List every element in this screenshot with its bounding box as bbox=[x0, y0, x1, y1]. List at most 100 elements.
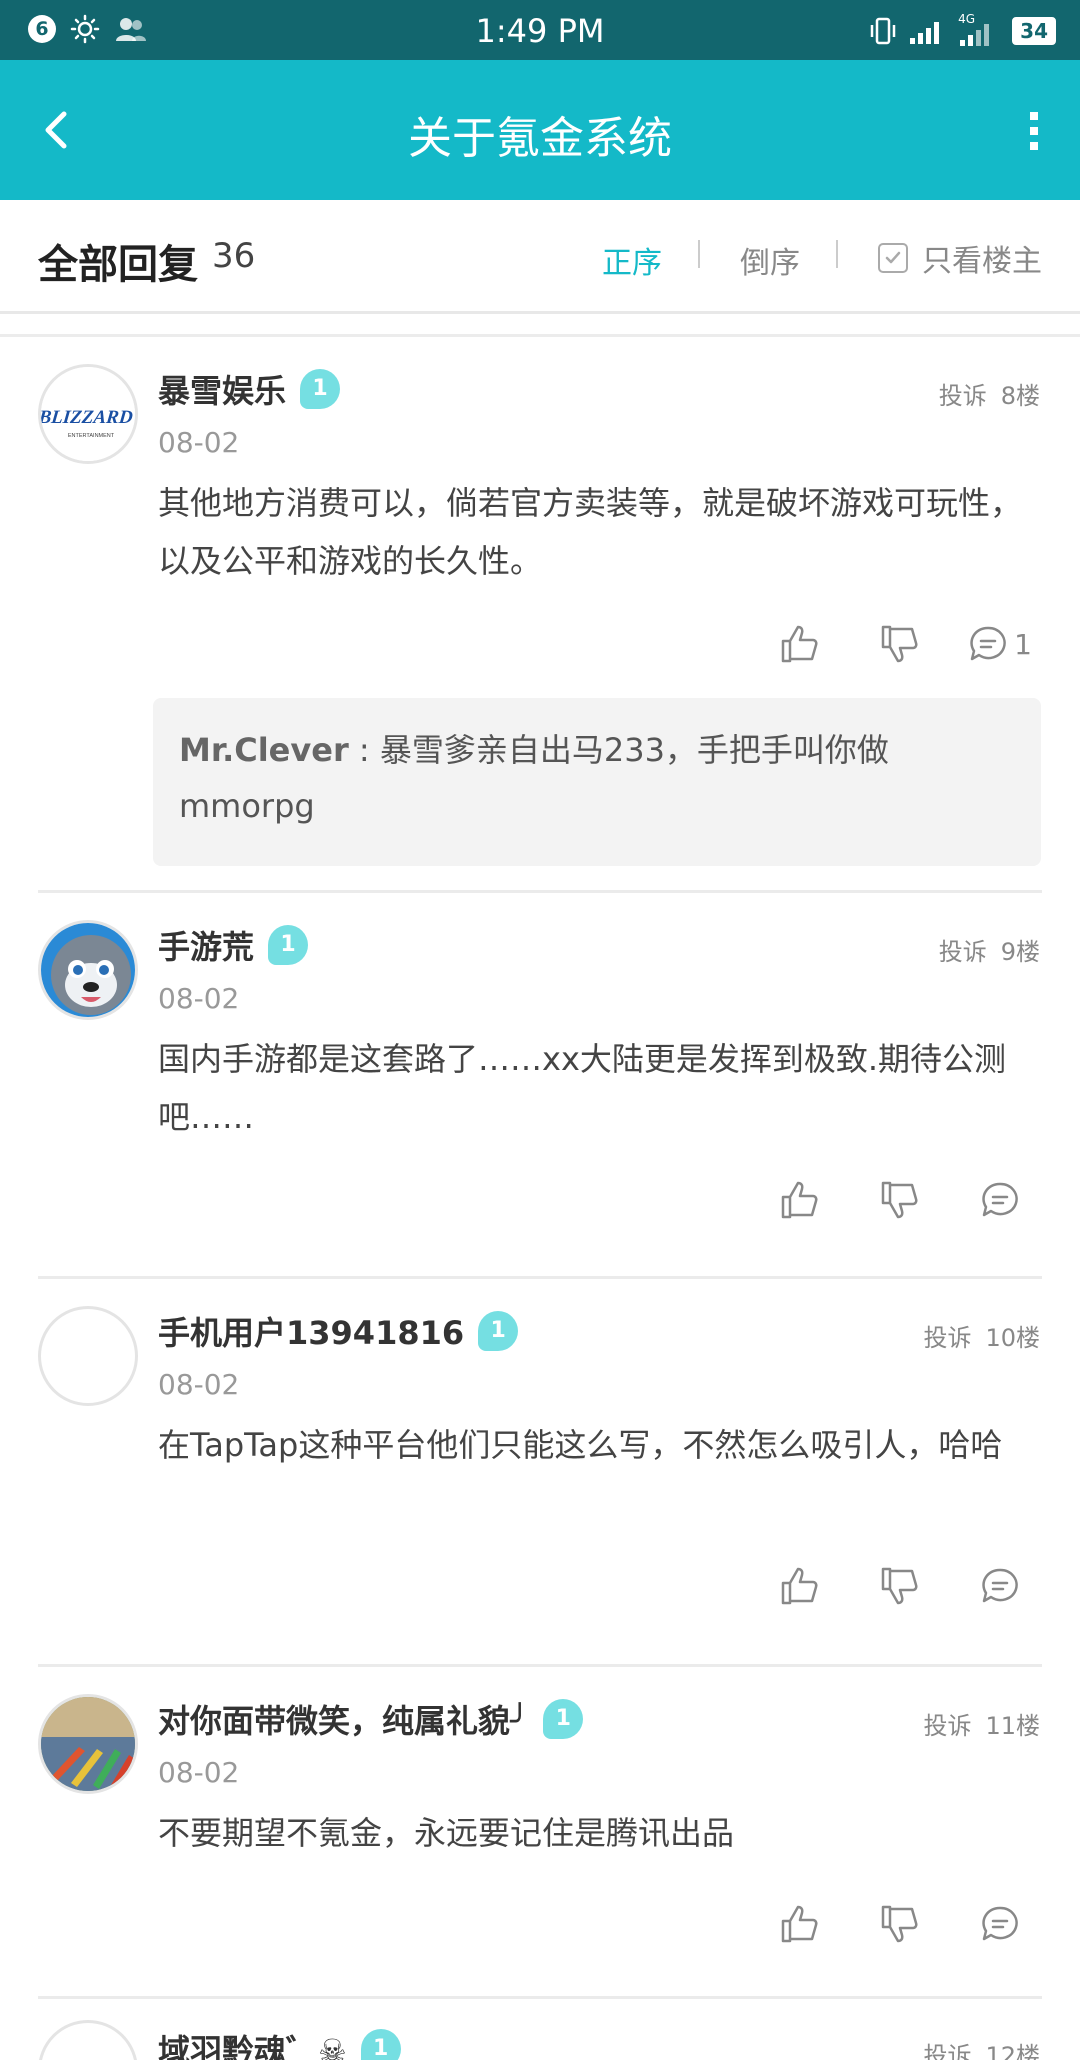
comment-button[interactable] bbox=[950, 1556, 1050, 1616]
only-op-label: 只看楼主 bbox=[922, 244, 1042, 279]
kayaks-photo-avatar-icon bbox=[41, 1697, 135, 1791]
floor-number: 11楼 bbox=[985, 1712, 1040, 1740]
author-row: 域羽黔魂゛☠ 1 bbox=[158, 2026, 401, 2060]
reply-filter-bar: 全部回复 36 正序 倒序 只看楼主 bbox=[0, 200, 1080, 314]
reply-item: 域羽黔魂゛☠ 1 投诉 12楼 bbox=[0, 2000, 1080, 2060]
author-name[interactable]: 暴雪娱乐 bbox=[158, 366, 286, 412]
author-name[interactable]: 对你面带微笑，纯属礼貌╯ bbox=[158, 1696, 529, 1742]
app-bar: 关于氪金系统 bbox=[0, 60, 1080, 200]
like-button[interactable] bbox=[750, 1556, 850, 1616]
comment-button[interactable] bbox=[950, 1894, 1050, 1954]
signal-4g-icon bbox=[960, 24, 990, 46]
svg-text:BLIZZARD: BLIZZARD bbox=[41, 407, 134, 428]
dislike-button[interactable] bbox=[850, 1894, 950, 1954]
sub-reply-user[interactable]: Mr.Clever bbox=[179, 731, 349, 769]
post-actions bbox=[750, 1556, 1050, 1616]
post-actions bbox=[750, 1170, 1050, 1230]
comment-bubble-icon bbox=[982, 1568, 1018, 1603]
svg-text:ENTERTAINMENT: ENTERTAINMENT bbox=[68, 433, 115, 439]
thumbs-up-icon bbox=[781, 1567, 818, 1605]
blizzard-logo-icon: BLIZZARD ENTERTAINMENT bbox=[41, 367, 135, 461]
reply-item: 手游荒 1 投诉 9楼 08-02 国内手游都是这套路了……xx大陆更是发挥到极… bbox=[0, 894, 1080, 1274]
thumbs-down-icon bbox=[881, 1905, 918, 1943]
thumbs-up-icon bbox=[781, 1905, 818, 1943]
divider bbox=[0, 334, 1080, 337]
post-meta: 投诉 10楼 bbox=[923, 1318, 1040, 1353]
avatar[interactable] bbox=[38, 1694, 138, 1794]
like-button[interactable] bbox=[750, 1170, 850, 1230]
more-vertical-icon bbox=[1030, 112, 1038, 150]
author-name[interactable]: 手机用户13941816 bbox=[158, 1308, 464, 1354]
floor-number: 8楼 bbox=[1000, 382, 1040, 410]
thumbs-up-icon bbox=[781, 1181, 818, 1219]
author-name[interactable]: 域羽黔魂゛☠ bbox=[158, 2026, 347, 2060]
level-badge: 1 bbox=[543, 1699, 584, 1739]
sort-descending-tab[interactable]: 倒序 bbox=[740, 238, 800, 282]
wolf-avatar-icon bbox=[41, 923, 135, 1017]
post-meta: 投诉 12楼 bbox=[923, 2036, 1040, 2060]
thumbs-down-icon bbox=[881, 625, 918, 663]
separator bbox=[836, 240, 838, 268]
level-badge: 1 bbox=[300, 369, 341, 409]
post-date: 08-02 bbox=[158, 1368, 240, 1401]
author-name[interactable]: 手游荒 bbox=[158, 922, 254, 968]
floor-number: 12楼 bbox=[985, 2042, 1040, 2060]
divider bbox=[38, 890, 1042, 893]
avatar[interactable] bbox=[38, 2020, 138, 2060]
post-content: 在TapTap这种平台他们只能这么写，不然怎么吸引人，哈哈 bbox=[158, 1426, 1003, 1464]
all-replies-title: 全部回复 bbox=[38, 242, 198, 288]
report-link[interactable]: 投诉 bbox=[923, 2036, 971, 2060]
report-link[interactable]: 投诉 bbox=[939, 932, 987, 967]
vibrate-icon bbox=[870, 17, 896, 45]
divider bbox=[38, 1276, 1042, 1279]
divider bbox=[38, 1996, 1042, 1999]
thumbs-down-icon bbox=[881, 1181, 918, 1219]
floor-number: 9楼 bbox=[1000, 938, 1040, 966]
comment-bubble-icon bbox=[970, 626, 1006, 661]
comment-bubble-icon bbox=[982, 1906, 1018, 1941]
status-right: 4G 34 bbox=[868, 12, 1056, 46]
comment-bubble-icon bbox=[982, 1182, 1018, 1217]
report-link[interactable]: 投诉 bbox=[939, 376, 987, 411]
dislike-button[interactable] bbox=[850, 614, 950, 674]
like-button[interactable] bbox=[750, 1894, 850, 1954]
avatar[interactable] bbox=[38, 1306, 138, 1406]
author-row: 手游荒 1 bbox=[158, 922, 309, 968]
floor-number: 10楼 bbox=[985, 1324, 1040, 1352]
post-date: 08-02 bbox=[158, 982, 240, 1015]
reply-item: BLIZZARD ENTERTAINMENT 暴雪娱乐 1 投诉 8楼 08-0… bbox=[0, 338, 1080, 894]
author-row: 暴雪娱乐 1 bbox=[158, 366, 341, 412]
dislike-button[interactable] bbox=[850, 1170, 950, 1230]
author-row: 对你面带微笑，纯属礼貌╯ 1 bbox=[158, 1696, 584, 1742]
sub-reply-separator: : bbox=[348, 731, 380, 769]
like-button[interactable] bbox=[750, 614, 850, 674]
battery-indicator: 34 bbox=[1012, 17, 1056, 45]
comment-button[interactable] bbox=[950, 1170, 1050, 1230]
comment-button[interactable]: 1 bbox=[950, 614, 1050, 674]
post-date: 08-02 bbox=[158, 1756, 240, 1789]
report-link[interactable]: 投诉 bbox=[923, 1706, 971, 1741]
post-actions: 1 bbox=[750, 614, 1050, 674]
post-actions bbox=[750, 1894, 1050, 1954]
sort-ascending-tab[interactable]: 正序 bbox=[602, 238, 662, 282]
level-badge: 1 bbox=[478, 1311, 519, 1351]
avatar[interactable] bbox=[38, 920, 138, 1020]
author-row: 手机用户13941816 1 bbox=[158, 1308, 519, 1354]
report-link[interactable]: 投诉 bbox=[923, 1318, 971, 1353]
sub-reply-box[interactable]: Mr.Clever : 暴雪爹亲自出马233，手把手叫你做mmorpg bbox=[153, 698, 1041, 866]
level-badge: 1 bbox=[360, 2029, 401, 2060]
checkbox-icon[interactable] bbox=[878, 243, 908, 273]
more-options-button[interactable] bbox=[990, 100, 1050, 160]
only-op-toggle[interactable]: 只看楼主 bbox=[878, 236, 1042, 280]
reply-count: 36 bbox=[212, 236, 256, 276]
separator bbox=[698, 240, 700, 268]
level-badge: 1 bbox=[268, 925, 309, 965]
reply-item: 对你面带微笑，纯属礼貌╯ 1 投诉 11楼 08-02 不要期望不氪金，永远要记… bbox=[0, 1668, 1080, 1998]
signal-icon bbox=[910, 22, 940, 44]
signal-4g-indicator: 4G bbox=[958, 12, 1000, 46]
post-content: 其他地方消费可以，倘若官方卖装等，就是破坏游戏可玩性，以及公平和游戏的长久性。 bbox=[158, 484, 1023, 580]
post-date: 08-02 bbox=[158, 426, 240, 459]
status-bar: 6 1:49 PM 4G 34 bbox=[0, 0, 1080, 60]
avatar[interactable]: BLIZZARD ENTERTAINMENT bbox=[38, 364, 138, 464]
dislike-button[interactable] bbox=[850, 1556, 950, 1616]
